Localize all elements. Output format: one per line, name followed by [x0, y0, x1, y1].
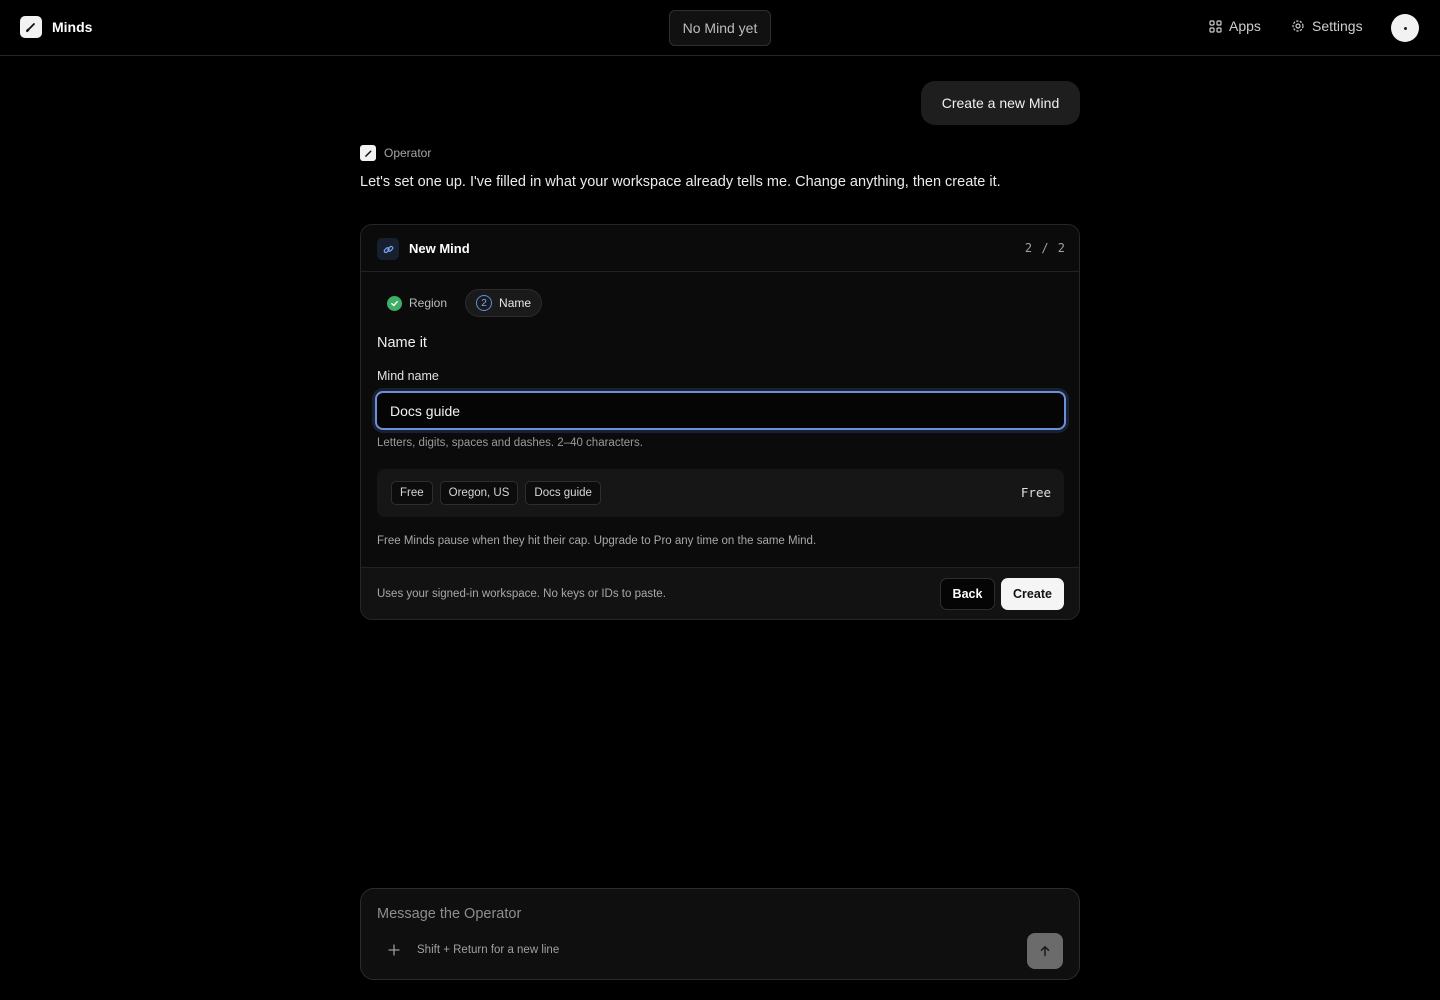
- link-icon: [377, 238, 399, 260]
- brand[interactable]: Minds: [20, 16, 92, 38]
- chip-region: Oregon, US: [439, 481, 519, 505]
- summary-box: Free Oregon, US Docs guide Free: [377, 469, 1064, 517]
- mind-name-hint: Letters, digits, spaces and dashes. 2–40…: [377, 437, 643, 449]
- user-message: Create a new Mind: [921, 81, 1080, 125]
- card-title: New Mind: [409, 241, 470, 256]
- operator-header: Operator: [360, 145, 431, 161]
- step-indicator: 2 / 2: [1024, 241, 1065, 255]
- chip-plan: Free: [391, 481, 433, 505]
- step-region[interactable]: Region: [377, 289, 457, 317]
- back-button[interactable]: Back: [940, 578, 995, 610]
- composer-hint: Shift + Return for a new line: [417, 944, 560, 956]
- arrow-up-icon: [1040, 946, 1050, 957]
- create-button[interactable]: Create: [1001, 578, 1064, 610]
- composer: Shift + Return for a new line: [360, 888, 1080, 980]
- plan-note: Free Minds pause when they hit their cap…: [377, 535, 817, 547]
- step-region-label: Region: [409, 296, 448, 310]
- mind-selector[interactable]: No Mind yet: [669, 10, 771, 46]
- section-title: Name it: [377, 335, 427, 351]
- mind-name-label: Mind name: [377, 369, 439, 383]
- nav-apps[interactable]: Apps: [1209, 18, 1261, 34]
- nav-settings-label: Settings: [1312, 18, 1363, 34]
- apps-grid-icon: [1209, 19, 1222, 33]
- check-icon: [387, 295, 402, 311]
- gear-icon: [1292, 20, 1304, 32]
- plan-price: Free: [1020, 485, 1051, 500]
- card-footer: Uses your signed-in workspace. No keys o…: [361, 567, 1079, 619]
- mind-name-input[interactable]: [375, 391, 1066, 430]
- app-name: Minds: [52, 19, 93, 35]
- card-header: New Mind 2 / 2: [361, 225, 1079, 272]
- avatar-dot: [1403, 26, 1407, 30]
- avatar[interactable]: [1391, 14, 1419, 42]
- footer-text: Uses your signed-in workspace. No keys o…: [377, 588, 666, 600]
- message-input[interactable]: [377, 903, 1017, 925]
- step-name-label: Name: [499, 296, 532, 310]
- plus-icon[interactable]: [385, 941, 403, 959]
- chip-name: Docs guide: [525, 481, 601, 505]
- nav-settings[interactable]: Settings: [1291, 18, 1363, 34]
- nav-apps-label: Apps: [1229, 18, 1261, 34]
- pen-icon: [20, 16, 42, 38]
- operator-pen-icon: [360, 145, 376, 161]
- operator-message: Let's set one up. I've filled in what yo…: [360, 174, 1001, 190]
- summary-chips: Free Oregon, US Docs guide: [391, 481, 601, 505]
- send-button[interactable]: [1027, 933, 1063, 969]
- step-name[interactable]: 2 Name: [465, 289, 543, 317]
- step-tabs: Region 2 Name: [377, 289, 543, 317]
- top-bar: Minds No Mind yet Apps Settings: [0, 0, 1440, 56]
- step-number-badge: 2: [476, 295, 493, 311]
- operator-name: Operator: [384, 146, 432, 160]
- new-mind-card: New Mind 2 / 2 Region 2 Name Name it Min…: [360, 224, 1080, 620]
